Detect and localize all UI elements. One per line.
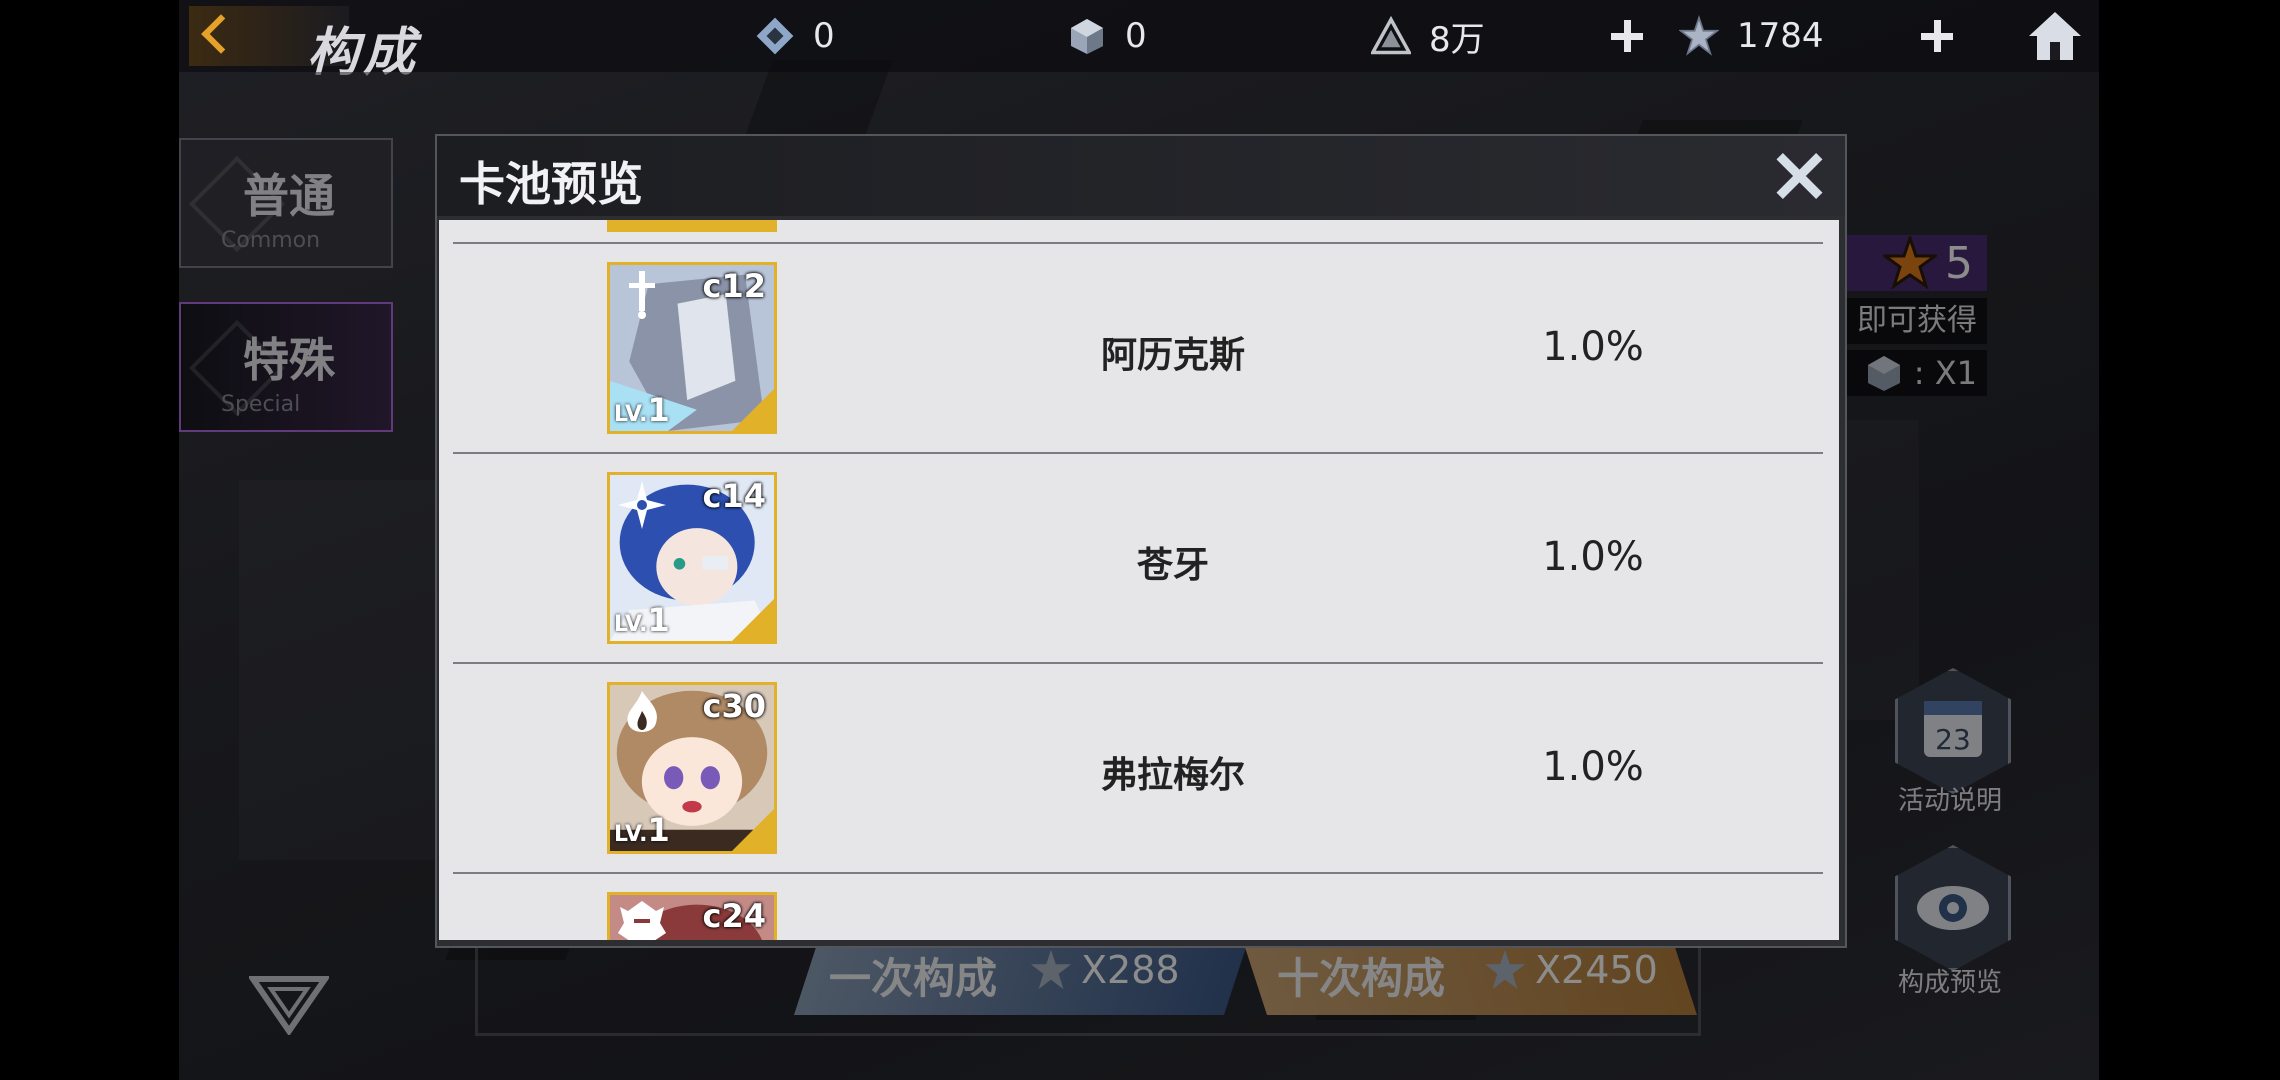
list-item[interactable]: c14 LV.1 苍牙 1.0% bbox=[453, 452, 1823, 664]
character-level: LV.1 bbox=[614, 601, 670, 639]
resource-cube: 0 bbox=[1067, 12, 1147, 60]
list-item-partial bbox=[607, 220, 777, 232]
flame-icon bbox=[627, 691, 657, 732]
character-level: LV.1 bbox=[614, 391, 670, 429]
level-value: 1 bbox=[647, 811, 670, 849]
character-card[interactable]: c24 bbox=[607, 892, 777, 940]
modal-title: 卡池预览 bbox=[459, 157, 643, 211]
level-prefix: LV. bbox=[614, 402, 648, 427]
resource-star: 1784 bbox=[1679, 12, 1824, 60]
cube-icon bbox=[1067, 16, 1107, 56]
character-name: 阿历克斯 bbox=[1100, 335, 1245, 376]
card-corner bbox=[732, 809, 774, 851]
modal-header: 卡池预览 bbox=[437, 136, 1845, 216]
resource-chip: 0 bbox=[755, 12, 835, 60]
drop-rate: 1.0% bbox=[1542, 534, 1644, 580]
drop-rate: 1.0% bbox=[1542, 324, 1644, 370]
close-button[interactable] bbox=[1767, 144, 1831, 208]
level-prefix: LV. bbox=[614, 612, 648, 637]
character-level: LV.1 bbox=[614, 811, 670, 849]
crest-icon bbox=[618, 901, 666, 940]
sword-icon bbox=[629, 271, 655, 319]
character-card[interactable]: c30 LV.1 bbox=[607, 682, 777, 854]
level-prefix: LV. bbox=[614, 822, 648, 847]
character-name: 苍牙 bbox=[1136, 545, 1209, 586]
cube-count: 0 bbox=[1125, 16, 1147, 56]
drop-rate: 1.0% bbox=[1542, 744, 1644, 790]
character-name: 弗拉梅尔 bbox=[1100, 755, 1245, 796]
list-item[interactable]: c30 LV.1 弗拉梅尔 1.0% bbox=[453, 662, 1823, 874]
add-triangle-button[interactable] bbox=[1605, 14, 1649, 58]
star-crystal-icon bbox=[1679, 14, 1719, 56]
chip-count: 0 bbox=[813, 16, 835, 56]
list-item[interactable]: c24 bbox=[453, 872, 1823, 940]
alert-triangle-icon bbox=[1371, 15, 1411, 56]
character-code: c14 bbox=[702, 477, 767, 515]
chip-icon bbox=[755, 16, 795, 56]
level-value: 1 bbox=[647, 391, 670, 429]
pool-list[interactable]: c12 LV.1 阿历克斯 1.0% c14 LV.1 苍牙 1.0% c30 … bbox=[439, 220, 1839, 940]
level-value: 1 bbox=[647, 601, 670, 639]
character-code: c24 bbox=[702, 897, 767, 935]
card-corner bbox=[732, 389, 774, 431]
shuriken-icon bbox=[618, 481, 666, 529]
card-corner bbox=[732, 599, 774, 641]
resource-triangle: 8万 bbox=[1371, 12, 1485, 60]
star-count: 1784 bbox=[1737, 16, 1824, 56]
list-item[interactable]: c12 LV.1 阿历克斯 1.0% bbox=[453, 242, 1823, 454]
pool-preview-modal: 卡池预览 c12 LV.1 阿历克斯 1.0% c14 LV.1 苍牙 1.0%… bbox=[435, 134, 1847, 948]
back-chevron-icon bbox=[201, 14, 241, 54]
home-button[interactable] bbox=[2025, 8, 2085, 64]
character-code: c12 bbox=[702, 267, 767, 305]
game-viewport: 构成 0 0 8万 1784 普通 Common 特殊 Special 5 即可… bbox=[179, 0, 2099, 1080]
character-card[interactable]: c14 LV.1 bbox=[607, 472, 777, 644]
add-star-button[interactable] bbox=[1915, 14, 1959, 58]
triangle-count: 8万 bbox=[1429, 19, 1485, 60]
character-card[interactable]: c12 LV.1 bbox=[607, 262, 777, 434]
top-bar: 构成 0 0 8万 1784 bbox=[179, 0, 2099, 83]
home-icon bbox=[2029, 12, 2081, 60]
character-code: c30 bbox=[702, 687, 767, 725]
